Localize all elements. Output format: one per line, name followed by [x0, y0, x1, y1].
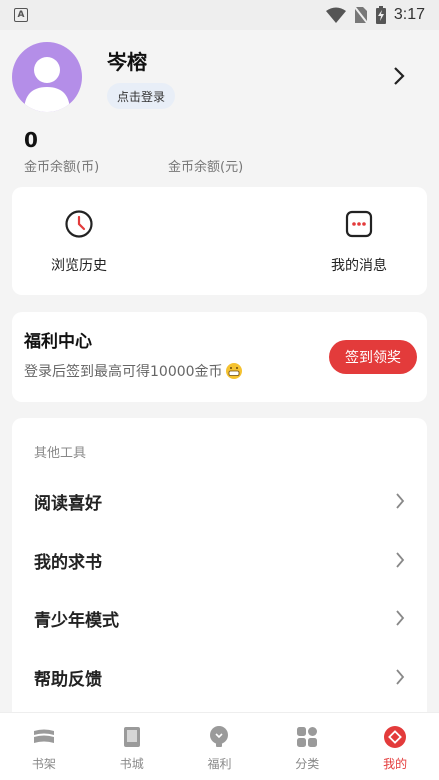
status-bar: A 3:17	[0, 0, 439, 30]
bookshelf-icon	[33, 729, 54, 743]
other-tools-title: 其他工具	[34, 446, 87, 461]
welfare-description: 登录后签到最高可得10000金币	[24, 361, 243, 381]
nav-label: 我的	[383, 757, 408, 771]
no-sim-icon	[353, 6, 368, 24]
status-time: 3:17	[393, 6, 425, 23]
sign-in-reward-button[interactable]: 签到领奖	[329, 340, 417, 374]
bottom-navigation: 书架 书城 福利 分类 我的	[0, 712, 439, 780]
coin-yuan-label: 金币余额(元)	[168, 160, 244, 175]
my-book-request-item[interactable]: 我的求书	[12, 531, 427, 589]
grinning-emoji-icon	[225, 363, 242, 379]
chevron-right-icon	[396, 610, 405, 626]
nav-mine[interactable]: 我的	[351, 713, 439, 780]
chevron-right-icon	[396, 669, 405, 685]
tool-item-label: 帮助反馈	[34, 669, 102, 690]
welfare-title: 福利中心	[24, 332, 92, 352]
avatar[interactable]	[12, 42, 82, 112]
app-notification-icon: A	[14, 8, 28, 22]
battery-charging-icon	[375, 6, 386, 24]
clock-icon	[65, 210, 93, 238]
grid-icon	[297, 727, 318, 747]
bulb-icon	[210, 726, 229, 747]
nav-welfare[interactable]: 福利	[176, 713, 264, 780]
nav-label: 书架	[31, 757, 56, 771]
browse-history-label: 浏览历史	[51, 258, 107, 274]
book-icon	[123, 727, 140, 747]
nav-label: 书城	[119, 757, 144, 771]
login-button[interactable]: 点击登录	[107, 83, 176, 109]
help-feedback-item[interactable]: 帮助反馈	[12, 648, 427, 706]
coin-balance-label: 金币余额(币)	[24, 160, 100, 175]
welfare-card: 福利中心 登录后签到最高可得10000金币 签到领奖	[12, 312, 427, 402]
reading-preference-item[interactable]: 阅读喜好	[12, 472, 427, 530]
tool-item-label: 我的求书	[34, 552, 102, 573]
my-messages-label: 我的消息	[331, 258, 387, 274]
browse-history-button[interactable]: 浏览历史	[34, 209, 124, 275]
username: 岑榕	[107, 50, 147, 74]
chevron-right-icon	[396, 493, 405, 509]
profile-icon	[384, 726, 407, 748]
welfare-description-text: 登录后签到最高可得10000金币	[24, 364, 223, 380]
nav-bookshelf[interactable]: 书架	[0, 713, 88, 780]
nav-category[interactable]: 分类	[263, 713, 351, 780]
profile-header[interactable]: 岑榕 点击登录	[0, 30, 439, 125]
coin-balance-value: 0	[24, 128, 38, 152]
nav-bookstore[interactable]: 书城	[88, 713, 176, 780]
nav-label: 福利	[207, 757, 232, 771]
tool-item-label: 青少年模式	[34, 610, 119, 631]
nav-label: 分类	[295, 757, 320, 771]
chevron-right-icon[interactable]	[393, 66, 405, 86]
tool-item-label: 阅读喜好	[34, 493, 102, 514]
my-messages-button[interactable]: 我的消息	[314, 209, 404, 275]
message-icon	[345, 210, 373, 238]
default-user-icon	[24, 57, 70, 112]
wifi-icon	[325, 7, 346, 23]
other-tools-card: 其他工具 阅读喜好 我的求书 青少年模式 帮助反馈	[12, 418, 427, 748]
chevron-right-icon	[396, 552, 405, 568]
teen-mode-item[interactable]: 青少年模式	[12, 589, 427, 647]
quick-actions-card: 浏览历史 我的消息	[12, 187, 427, 295]
